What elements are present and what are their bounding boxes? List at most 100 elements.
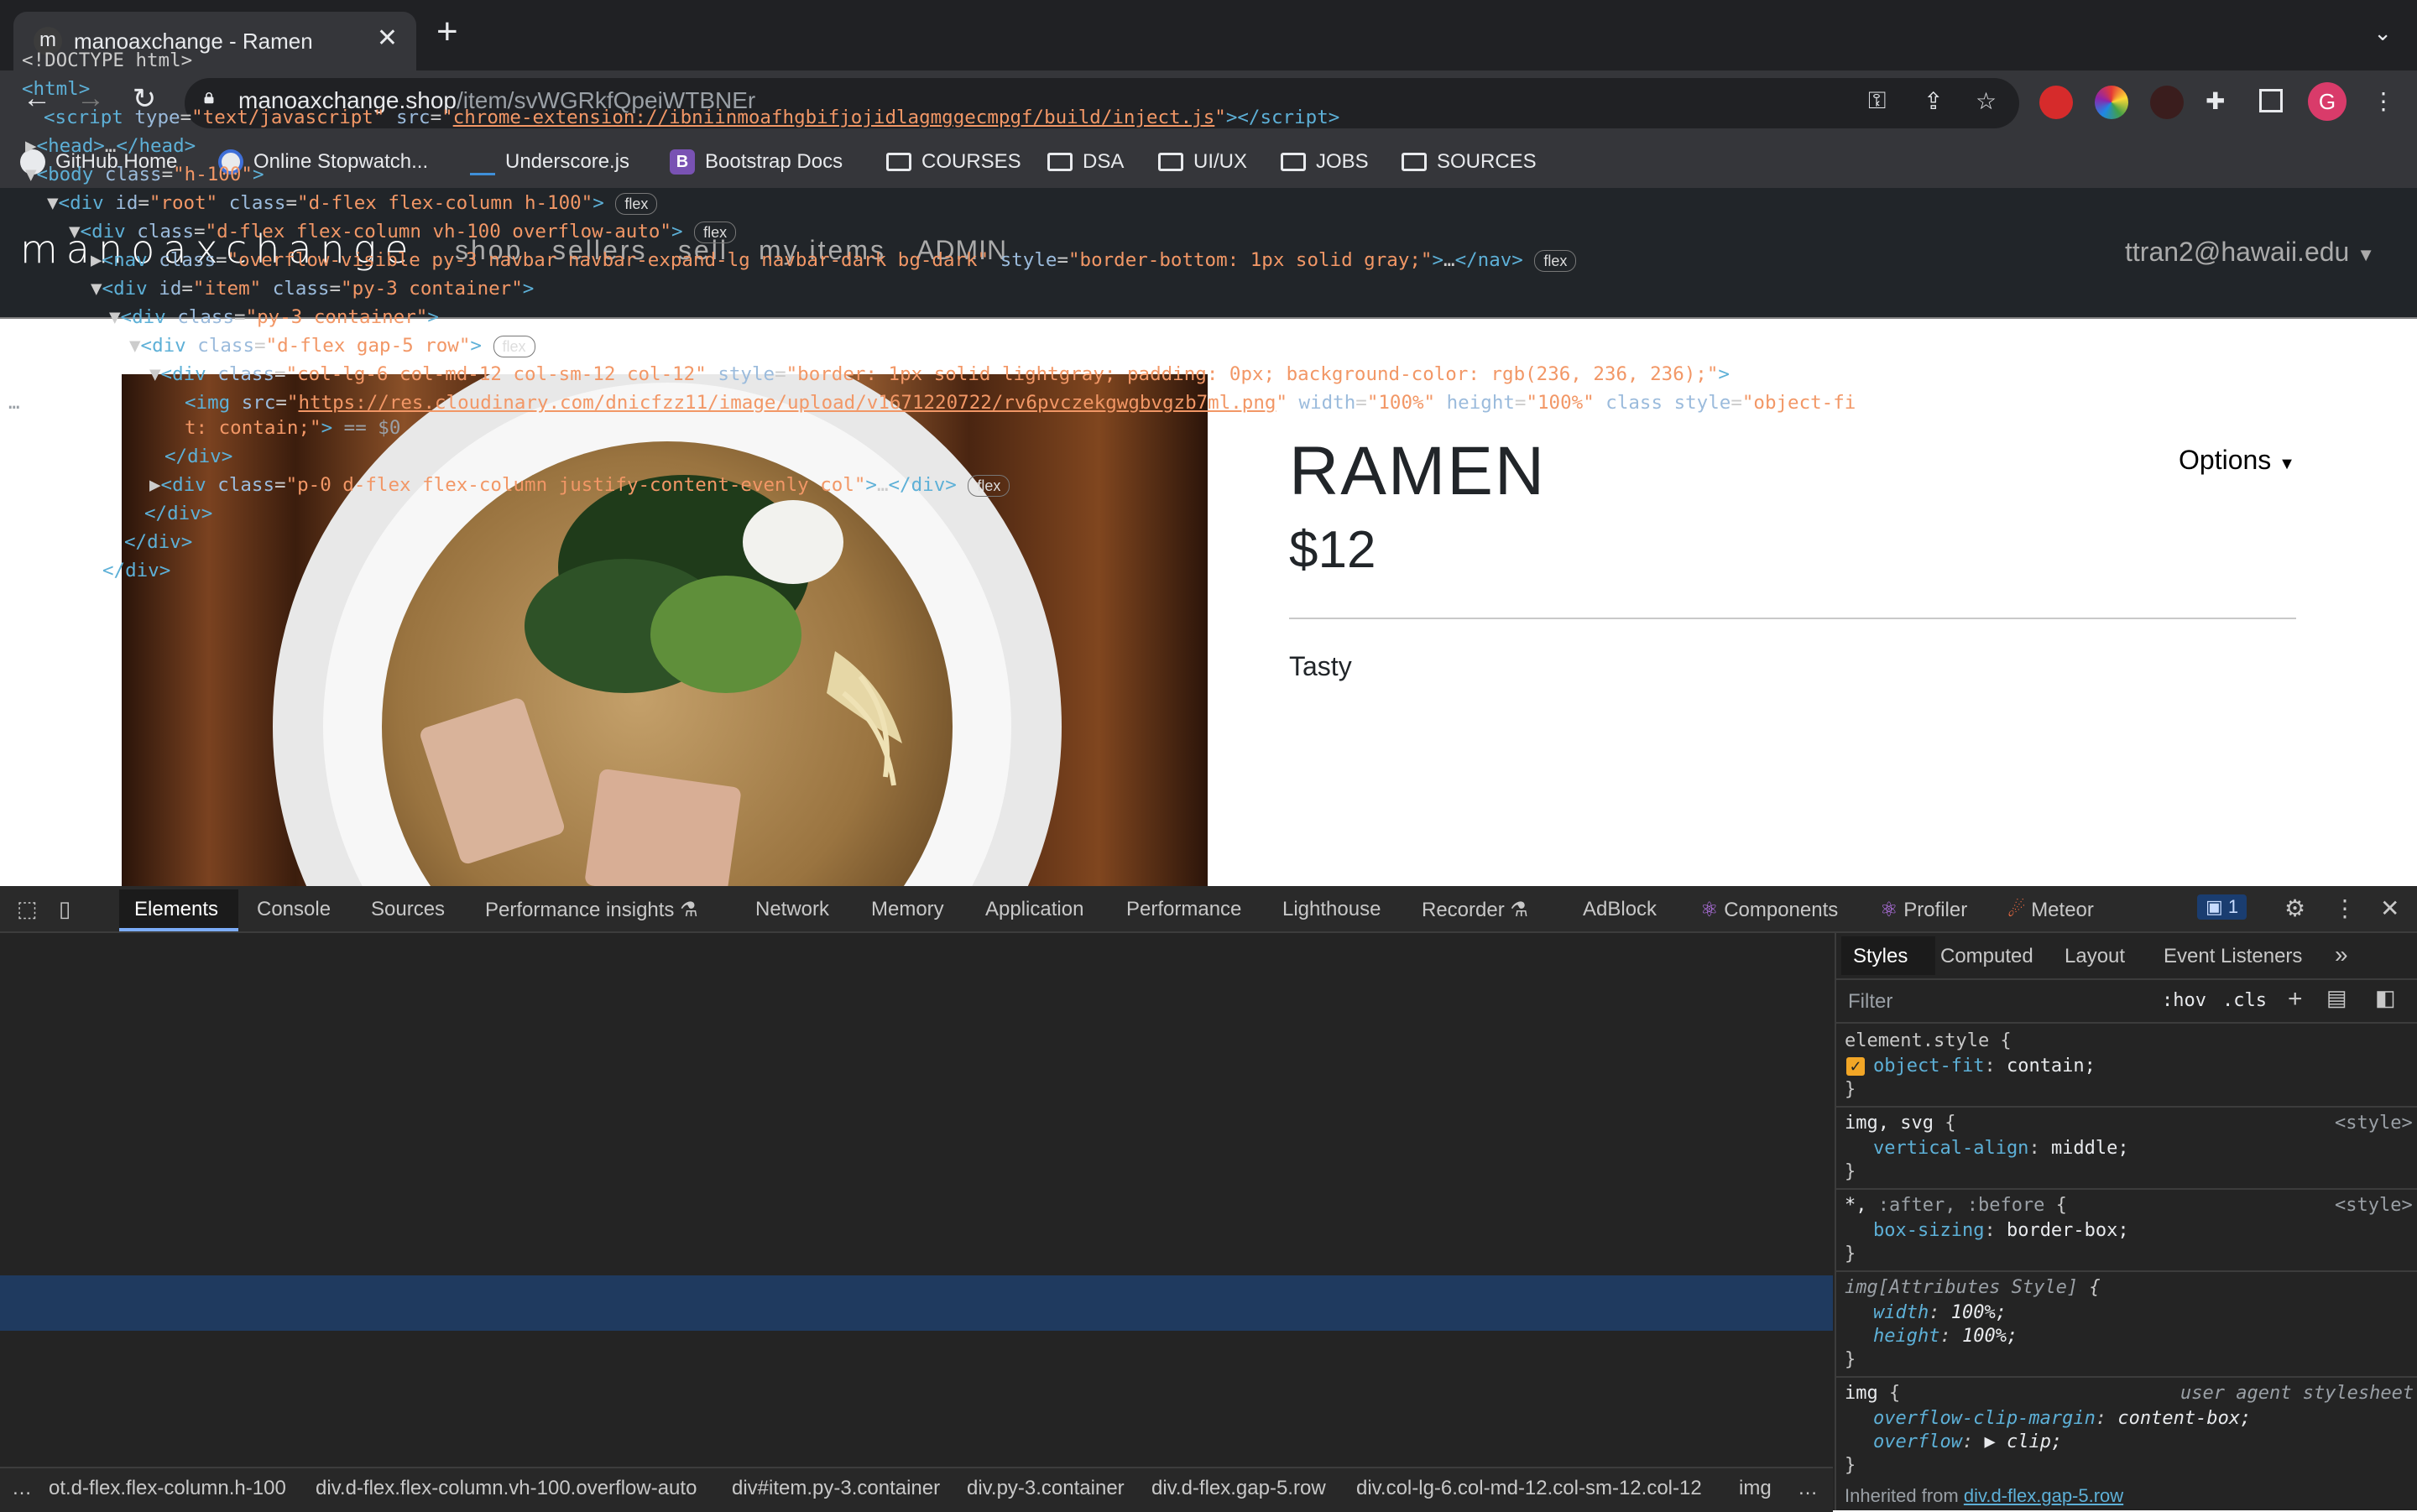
rule-universal[interactable]: *, :after, :before { — [1845, 1195, 2067, 1216]
breadcrumb-img[interactable]: img — [1739, 1477, 1772, 1500]
breadcrumb-container[interactable]: div.py-3.container — [967, 1477, 1125, 1500]
devtools-tab-elements[interactable]: Elements — [134, 898, 218, 921]
dom-node-root[interactable]: ▼<div id="root" class="d-flex flex-colum… — [47, 190, 658, 218]
rule-source-style[interactable]: <style> — [2335, 1195, 2413, 1216]
dom-node-p0-col[interactable]: ▶<div class="p-0 d-flex flex-column just… — [149, 472, 1010, 500]
decl-object-fit[interactable]: object-fit: contain; — [1873, 1056, 2096, 1077]
dom-node-img-selected[interactable]: <img src="https://res.cloudinary.com/dni… — [185, 389, 1856, 418]
devtools-tab-adblock[interactable]: AdBlock — [1583, 898, 1657, 921]
options-dropdown[interactable]: Options ▼ — [2179, 445, 2295, 476]
dom-node-script[interactable]: <script type="text/javascript" src="chro… — [44, 104, 1339, 133]
devtools-tab-performance[interactable]: Performance — [1126, 898, 1241, 921]
dom-node-img-continued[interactable]: t: contain;"> == $0 — [185, 414, 400, 443]
flex-badge[interactable]: flex — [694, 222, 737, 243]
selected-dom-row-highlight — [0, 1275, 1833, 1331]
user-dropdown[interactable]: ttran2@hawaii.edu ▼ — [2125, 237, 2375, 268]
decl-box-sizing[interactable]: box-sizing: border-box; — [1873, 1220, 2129, 1241]
cls-toggle[interactable]: .cls — [2222, 990, 2267, 1011]
breadcrumb-vh100[interactable]: div.d-flex.flex-column.vh-100.overflow-a… — [316, 1477, 697, 1500]
rule-source-style[interactable]: <style> — [2335, 1113, 2413, 1134]
rule-close: } — [1845, 1161, 1856, 1182]
rule-img-attributes[interactable]: img[Attributes Style] { — [1845, 1277, 2101, 1298]
devtools-tab-recorder[interactable]: Recorder ⚗ — [1422, 898, 1528, 922]
hov-toggle[interactable]: :hov — [2162, 990, 2206, 1011]
dom-close-div[interactable]: </div> — [102, 557, 170, 586]
more-options-icon[interactable]: ⋮ — [2333, 894, 2357, 922]
breadcrumb-col[interactable]: div.col-lg-6.col-md-12.col-sm-12.col-12 — [1356, 1477, 1702, 1500]
extensions-puzzle-icon[interactable]: ✚ — [2206, 87, 2225, 115]
flask-icon: ⚗ — [680, 899, 698, 921]
layout-tab[interactable]: Layout — [2065, 945, 2125, 968]
decl-overflow-clip-margin[interactable]: overflow-clip-margin: content-box; — [1873, 1408, 2251, 1429]
row-more-icon[interactable]: … — [8, 389, 20, 418]
devtools-tab-sources[interactable]: Sources — [371, 898, 445, 921]
devtools-tab-performance-insights[interactable]: Performance insights ⚗ — [485, 898, 698, 922]
dom-close-div[interactable]: </div> — [144, 500, 212, 529]
close-devtools-icon[interactable]: ✕ — [2380, 894, 2399, 922]
dom-node-head[interactable]: ▶<head>…</head> — [25, 133, 196, 161]
devtools-tab-memory[interactable]: Memory — [871, 898, 944, 921]
meteor-extension-icon[interactable] — [2150, 86, 2184, 119]
key-icon[interactable]: ⚿ — [1868, 87, 1886, 115]
color-picker-extension-icon[interactable] — [2095, 86, 2128, 119]
divider — [1836, 1106, 2417, 1108]
devtools-tab-components[interactable]: ⚛ Components — [1700, 898, 1838, 922]
side-panel-icon[interactable] — [2259, 89, 2283, 112]
dom-node-py3-container[interactable]: ▼<div class="py-3 container"> — [109, 304, 439, 332]
computed-tab[interactable]: Computed — [1940, 945, 2033, 968]
devtools-tab-meteor[interactable]: ☄ Meteor — [2007, 898, 2094, 922]
tab-search-chevron-icon[interactable]: ⌄ — [2373, 20, 2392, 46]
styles-filter-input[interactable]: Filter — [1848, 990, 1892, 1014]
settings-gear-icon[interactable]: ⚙ — [2284, 894, 2305, 922]
decl-height[interactable]: height: 100%; — [1873, 1326, 2018, 1347]
styles-tab[interactable]: Styles — [1853, 945, 1908, 968]
rule-img-user-agent[interactable]: img { — [1845, 1383, 1900, 1404]
rule-source-user-agent: user agent stylesheet — [2180, 1383, 2414, 1404]
breadcrumb-more-icon[interactable]: … — [12, 1477, 32, 1500]
devtools-tab-application[interactable]: Application — [985, 898, 1083, 921]
dom-node-vh100[interactable]: ▼<div class="d-flex flex-column vh-100 o… — [69, 218, 737, 247]
browser-menu-icon[interactable]: ⋮ — [2372, 87, 2395, 115]
flex-badge[interactable]: flex — [615, 193, 658, 215]
device-toolbar-icon[interactable]: ▯ — [59, 896, 70, 922]
devtools-tab-lighthouse[interactable]: Lighthouse — [1282, 898, 1381, 921]
breadcrumb-root[interactable]: ot.d-flex.flex-column.h-100 — [49, 1477, 286, 1500]
dom-node-col[interactable]: ▼<div class="col-lg-6 col-md-12 col-sm-1… — [149, 361, 1730, 389]
dom-node-item[interactable]: ▼<div id="item" class="py-3 container"> — [91, 275, 534, 304]
flex-badge[interactable]: flex — [493, 336, 535, 357]
bookmark-star-icon[interactable]: ☆ — [1976, 87, 1997, 115]
devtools-tab-profiler[interactable]: ⚛ Profiler — [1880, 898, 1967, 922]
dom-node-nav[interactable]: ▶<nav class="overflow-visible py-3 navba… — [91, 247, 1577, 275]
breadcrumb-row[interactable]: div.d-flex.gap-5.row — [1151, 1477, 1326, 1500]
dom-close-div[interactable]: </div> — [164, 443, 232, 472]
devtools-tab-network[interactable]: Network — [755, 898, 829, 921]
breadcrumb-item[interactable]: div#item.py-3.container — [732, 1477, 940, 1500]
devtools-tab-console[interactable]: Console — [257, 898, 331, 921]
share-icon[interactable]: ⇪ — [1924, 87, 1943, 115]
decl-overflow[interactable]: overflow: ▶ clip; — [1873, 1431, 2062, 1452]
new-style-rule-icon[interactable]: + — [2288, 985, 2303, 1014]
dom-node-body[interactable]: ▼<body class="h-100"> — [25, 161, 264, 190]
breadcrumb-overflow-icon[interactable]: … — [1798, 1477, 1818, 1500]
issues-badge[interactable]: ▣ 1 — [2197, 894, 2247, 920]
property-checkbox[interactable]: ✓ — [1846, 1057, 1865, 1076]
dom-node-row[interactable]: ▼<div class="d-flex gap-5 row"> flex — [129, 332, 535, 361]
toggle-sidebar-icon[interactable]: ◧ — [2375, 985, 2396, 1011]
rule-element-style[interactable]: element.style { — [1845, 1030, 2012, 1051]
more-tabs-icon[interactable]: » — [2335, 941, 2348, 968]
new-tab-icon[interactable]: + — [436, 13, 458, 50]
dom-node-html[interactable]: <html> — [22, 76, 90, 104]
paint-brush-icon[interactable]: ▤ — [2326, 985, 2347, 1011]
rule-img-svg[interactable]: img, svg { — [1845, 1113, 1955, 1134]
adblock-extension-icon[interactable] — [2039, 86, 2073, 119]
decl-width[interactable]: width: 100%; — [1873, 1302, 2007, 1323]
dom-close-div[interactable]: </div> — [124, 529, 192, 557]
flex-badge[interactable]: flex — [968, 475, 1010, 497]
dom-doctype[interactable]: <!DOCTYPE html> — [22, 47, 192, 76]
profile-avatar[interactable]: G — [2308, 82, 2347, 121]
options-label: Options — [2179, 445, 2272, 475]
decl-vertical-align[interactable]: vertical-align: middle; — [1873, 1138, 2129, 1159]
inspect-element-icon[interactable]: ⬚ — [17, 896, 38, 922]
event-listeners-tab[interactable]: Event Listeners — [2164, 945, 2302, 968]
flex-badge[interactable]: flex — [1534, 250, 1577, 272]
